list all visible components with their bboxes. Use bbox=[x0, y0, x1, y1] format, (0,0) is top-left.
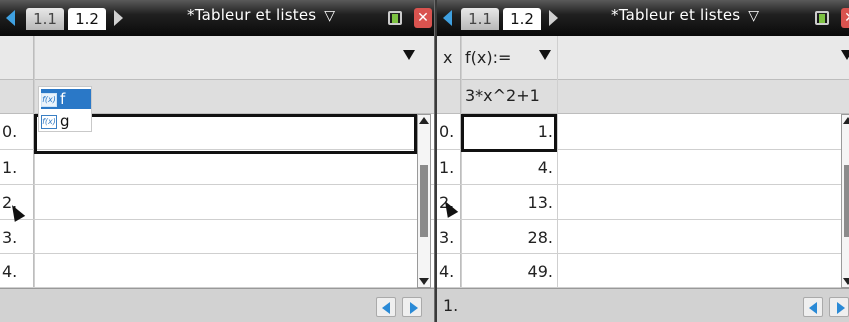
popup-item-label: f bbox=[60, 90, 66, 108]
popup-item-g[interactable]: f(x) g bbox=[41, 111, 91, 131]
column-header-row[interactable]: x f(x):= bbox=[437, 36, 849, 80]
table-row[interactable]: 1. bbox=[0, 150, 434, 185]
tab-1-2[interactable]: 1.2 bbox=[68, 8, 106, 30]
chevron-down-icon: ▽ bbox=[324, 8, 336, 24]
tab-1-1[interactable]: 1.1 bbox=[26, 8, 64, 30]
right-title-bar: 1.1 1.2 *Tableur et listes ▽ ✕ bbox=[437, 0, 849, 36]
table-row[interactable]: 1. 4. bbox=[437, 150, 849, 185]
formula-row[interactable]: 3*x^2+1 bbox=[437, 80, 849, 114]
tab-scroll-right-icon[interactable] bbox=[549, 10, 558, 26]
left-spreadsheet-panel: 1.1 1.2 *Tableur et listes ▽ ✕ 0. 1. 2. 3… bbox=[0, 0, 435, 322]
table-cell[interactable]: 13. bbox=[528, 193, 553, 212]
nav-right-icon[interactable] bbox=[829, 297, 849, 317]
table-cell[interactable]: 49. bbox=[528, 262, 553, 281]
row-number: 1. bbox=[439, 158, 455, 177]
row-number: 4. bbox=[2, 262, 18, 281]
popup-item-label: g bbox=[60, 112, 70, 130]
scroll-up-icon[interactable] bbox=[843, 117, 849, 124]
close-icon[interactable]: ✕ bbox=[841, 8, 849, 28]
column-header-name[interactable]: f(x):= bbox=[465, 48, 511, 67]
column-dropdown-icon[interactable] bbox=[403, 50, 415, 60]
close-icon[interactable]: ✕ bbox=[414, 8, 432, 28]
table-cell[interactable]: 28. bbox=[528, 228, 553, 247]
battery-icon bbox=[815, 8, 839, 28]
scroll-down-icon[interactable] bbox=[419, 278, 429, 285]
table-cell[interactable]: 4. bbox=[538, 158, 553, 177]
table-row[interactable]: 4. bbox=[0, 254, 434, 288]
nav-left-icon[interactable] bbox=[376, 297, 396, 317]
tab-scroll-right-icon[interactable] bbox=[114, 10, 123, 26]
selected-cell[interactable] bbox=[461, 114, 557, 152]
row-number: 3. bbox=[2, 228, 18, 247]
battery-icon bbox=[388, 8, 412, 28]
vertical-scrollbar[interactable] bbox=[417, 114, 431, 288]
scroll-up-icon[interactable] bbox=[419, 117, 429, 124]
document-title-text: *Tableur et listes bbox=[187, 6, 317, 24]
table-row[interactable]: 3. 28. bbox=[437, 220, 849, 254]
column-formula[interactable]: 3*x^2+1 bbox=[465, 86, 540, 105]
current-cell-value: 1. bbox=[443, 296, 459, 315]
row-number: 1. bbox=[2, 158, 18, 177]
function-icon: f(x) bbox=[41, 92, 57, 107]
tab-scroll-left-icon[interactable] bbox=[443, 10, 452, 26]
tab-1-1[interactable]: 1.1 bbox=[461, 8, 499, 30]
table-row[interactable]: 3. bbox=[0, 220, 434, 254]
popup-item-f[interactable]: f(x) f bbox=[41, 89, 91, 109]
scrollbar-thumb[interactable] bbox=[420, 165, 428, 237]
document-title-text: *Tableur et listes bbox=[611, 6, 741, 24]
nav-right-icon[interactable] bbox=[402, 297, 422, 317]
row-number: 3. bbox=[439, 228, 455, 247]
status-bar bbox=[0, 288, 434, 322]
table-row[interactable]: 2. bbox=[0, 185, 434, 220]
row-number: 0. bbox=[2, 122, 18, 141]
function-list-popup: f(x) f f(x) g bbox=[38, 86, 92, 132]
chevron-down-icon: ▽ bbox=[748, 8, 760, 24]
column-dropdown-icon[interactable] bbox=[539, 50, 551, 60]
status-bar: 1. bbox=[437, 288, 849, 322]
function-icon: f(x) bbox=[41, 114, 57, 129]
vertical-scrollbar[interactable] bbox=[841, 114, 849, 288]
scroll-down-icon[interactable] bbox=[843, 278, 849, 285]
document-title[interactable]: *Tableur et listes ▽ bbox=[611, 6, 759, 24]
row-number: 4. bbox=[439, 262, 455, 281]
left-title-bar: 1.1 1.2 *Tableur et listes ▽ ✕ bbox=[0, 0, 434, 36]
column-dropdown-icon[interactable] bbox=[841, 50, 849, 60]
tab-scroll-left-icon[interactable] bbox=[6, 10, 15, 26]
table-row[interactable]: 4. 49. bbox=[437, 254, 849, 288]
nav-left-icon[interactable] bbox=[803, 297, 823, 317]
right-spreadsheet-panel: 1.1 1.2 *Tableur et listes ▽ ✕ x f(x):= 3… bbox=[437, 0, 849, 322]
calculator-screens: 1.1 1.2 *Tableur et listes ▽ ✕ 0. 1. 2. 3… bbox=[0, 0, 849, 322]
tab-1-2[interactable]: 1.2 bbox=[503, 8, 541, 30]
table-row[interactable]: 2. 13. bbox=[437, 185, 849, 220]
row-number: 0. bbox=[439, 122, 455, 141]
document-title[interactable]: *Tableur et listes ▽ bbox=[187, 6, 335, 24]
scrollbar-thumb[interactable] bbox=[844, 165, 849, 237]
column-header-row[interactable] bbox=[0, 36, 434, 80]
